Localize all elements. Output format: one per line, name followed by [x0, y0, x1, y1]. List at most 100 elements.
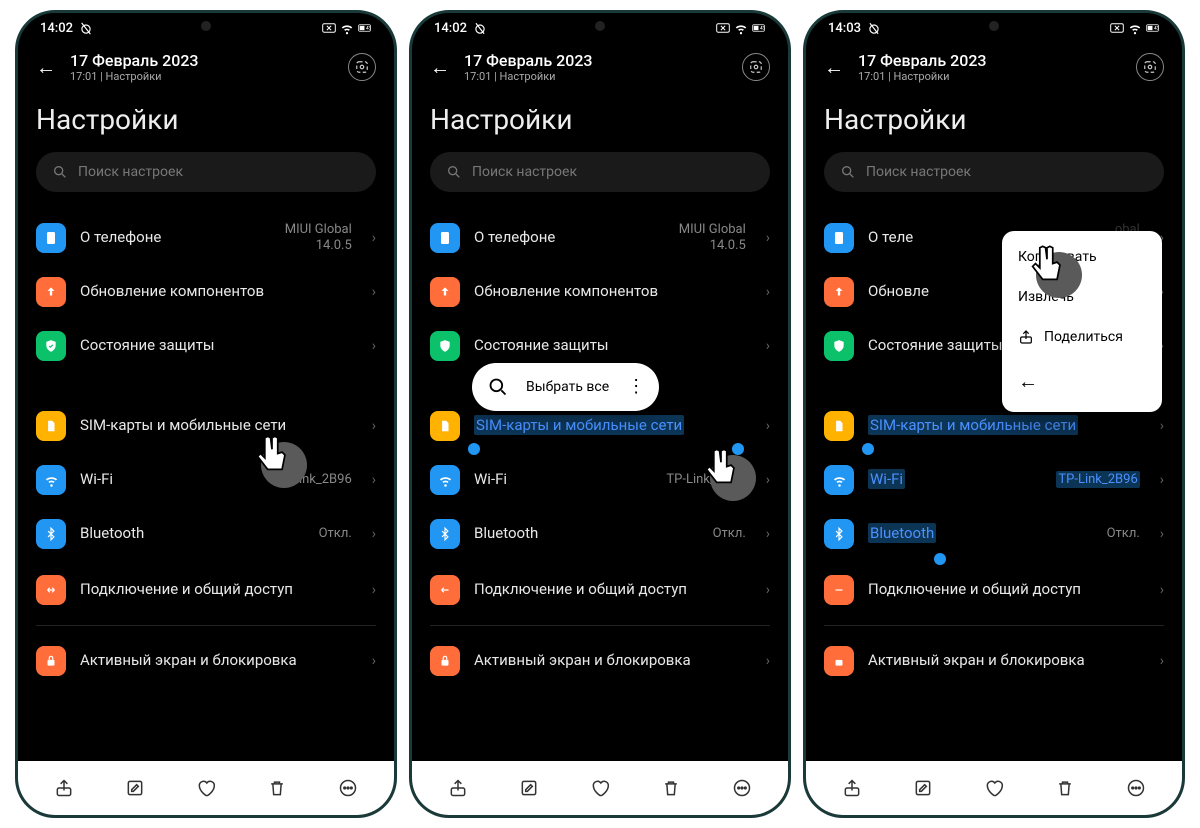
- delete-button[interactable]: [1045, 778, 1085, 798]
- lens-button[interactable]: [1136, 53, 1164, 81]
- row-wifi[interactable]: Wi-Fi TP-Link_2B96 ›: [36, 453, 376, 507]
- favorite-button[interactable]: [974, 778, 1014, 798]
- svg-text:43: 43: [1154, 27, 1159, 32]
- search-icon: [840, 164, 856, 180]
- header-date: 17 Февраль 2023: [858, 51, 1122, 70]
- wifi-icon: [340, 21, 354, 35]
- upload-icon: [430, 277, 460, 307]
- alarm-off-icon: [473, 21, 487, 35]
- bottom-toolbar: [806, 761, 1182, 815]
- share-button[interactable]: [438, 778, 478, 798]
- menu-copy[interactable]: Копировать: [1002, 237, 1162, 277]
- row-value: TP-Link_2B96: [666, 472, 745, 488]
- battery-icon: 43: [1146, 21, 1160, 35]
- divider: [430, 625, 770, 626]
- menu-back[interactable]: ←: [1002, 357, 1162, 406]
- more-button[interactable]: [1116, 778, 1156, 798]
- row-security[interactable]: Состояние защиты ›: [36, 319, 376, 373]
- chevron-right-icon: ›: [1160, 582, 1164, 598]
- row-connection[interactable]: Подключение и общий доступ ›: [824, 561, 1164, 619]
- row-lock[interactable]: Активный экран и блокировка ›: [824, 632, 1164, 690]
- header-date: 17 Февраль 2023: [464, 51, 728, 70]
- shield-icon: [430, 331, 460, 361]
- camera-notch: [201, 21, 211, 31]
- share-button[interactable]: [832, 778, 872, 798]
- battery-icon: 43: [358, 21, 372, 35]
- row-label: Состояние защиты: [80, 336, 352, 356]
- more-button[interactable]: [328, 778, 368, 798]
- context-menu: Копировать Извлечь Поделиться ←: [1002, 231, 1162, 412]
- row-bluetooth[interactable]: Bluetooth Откл. ›: [36, 507, 376, 561]
- row-bluetooth[interactable]: Bluetooth Откл. ›: [430, 507, 770, 561]
- delete-button[interactable]: [257, 778, 297, 798]
- row-wifi[interactable]: Wi-Fi TP-Link_2B96 ›: [430, 453, 770, 507]
- search-box[interactable]: Поиск настроек: [824, 152, 1164, 192]
- wifi-icon: [734, 21, 748, 35]
- status-time: 14:03: [828, 21, 861, 36]
- lens-button[interactable]: [348, 53, 376, 81]
- search-icon: [52, 164, 68, 180]
- back-button-icon[interactable]: ←: [824, 55, 844, 80]
- chevron-right-icon: ›: [766, 230, 770, 246]
- share-button[interactable]: [44, 778, 84, 798]
- lock-icon: [430, 646, 460, 676]
- edit-button[interactable]: [903, 778, 943, 798]
- favorite-button[interactable]: [580, 778, 620, 798]
- row-sim[interactable]: SIM-карты и мобильные сети ›: [36, 399, 376, 453]
- row-update[interactable]: Обновление компонентов ›: [36, 265, 376, 319]
- no-sim-icon: [1110, 21, 1124, 35]
- chevron-right-icon: ›: [766, 582, 770, 598]
- row-update[interactable]: Обновление компонентов ›: [430, 265, 770, 319]
- row-label: Состояние защиты: [474, 336, 746, 356]
- row-lock[interactable]: Активный экран и блокировка ›: [36, 632, 376, 690]
- row-label: Wi-Fi: [80, 470, 258, 490]
- chevron-right-icon: ›: [766, 418, 770, 434]
- search-box[interactable]: Поиск настроек: [430, 152, 770, 192]
- info-icon: [824, 223, 854, 253]
- page-title: Настройки: [36, 103, 376, 136]
- row-value: MIUI Global14.0.5: [285, 222, 352, 253]
- search-icon[interactable]: [488, 377, 508, 397]
- divider: [824, 625, 1164, 626]
- chevron-right-icon: ›: [766, 526, 770, 542]
- row-value: MIUI Global14.0.5: [679, 222, 746, 253]
- page-title: Настройки: [430, 103, 770, 136]
- bottom-toolbar: [412, 761, 788, 815]
- settings-list: О телефоне MIUI Global14.0.5 › Обновлени…: [430, 210, 770, 690]
- row-lock[interactable]: Активный экран и блокировка ›: [430, 632, 770, 690]
- select-all-button[interactable]: Выбрать все: [526, 379, 609, 395]
- row-about[interactable]: О телефоне MIUI Global14.0.5 ›: [36, 210, 376, 265]
- back-button-icon[interactable]: ←: [430, 55, 450, 80]
- page-title: Настройки: [824, 103, 1164, 136]
- delete-button[interactable]: [651, 778, 691, 798]
- search-box[interactable]: Поиск настроек: [36, 152, 376, 192]
- app-header: ← 17 Февраль 2023 17:01 | Настройки: [412, 43, 788, 91]
- row-about[interactable]: О телефоне MIUI Global14.0.5 ›: [430, 210, 770, 265]
- info-icon: [430, 223, 460, 253]
- search-placeholder: Поиск настроек: [78, 164, 183, 180]
- lock-icon: [824, 646, 854, 676]
- chevron-right-icon: ›: [766, 472, 770, 488]
- back-button-icon[interactable]: ←: [36, 55, 56, 80]
- search-placeholder: Поиск настроек: [866, 164, 971, 180]
- edit-button[interactable]: [115, 778, 155, 798]
- row-wifi[interactable]: Wi-Fi TP-Link_2B96 ›: [824, 453, 1164, 507]
- row-value: Откл.: [1107, 526, 1140, 542]
- content-area: Настройки Поиск настроек О телефоне MIUI…: [412, 91, 788, 761]
- edit-button[interactable]: [509, 778, 549, 798]
- row-connection[interactable]: Подключение и общий доступ ›: [36, 561, 376, 619]
- lens-button[interactable]: [742, 53, 770, 81]
- menu-share[interactable]: Поделиться: [1002, 317, 1162, 357]
- header-subtitle: 17:01 | Настройки: [464, 70, 728, 83]
- chevron-right-icon: ›: [372, 472, 376, 488]
- wifi-icon: [36, 465, 66, 495]
- row-connection[interactable]: Подключение и общий доступ ›: [430, 561, 770, 619]
- row-label: SIM-карты и мобильные сети: [80, 416, 352, 436]
- battery-icon: 43: [752, 21, 766, 35]
- row-bluetooth[interactable]: Bluetooth Откл. ›: [824, 507, 1164, 561]
- more-button[interactable]: [722, 778, 762, 798]
- alarm-off-icon: [79, 21, 93, 35]
- menu-extract[interactable]: Извлечь: [1002, 277, 1162, 317]
- sim-icon: [824, 411, 854, 441]
- favorite-button[interactable]: [186, 778, 226, 798]
